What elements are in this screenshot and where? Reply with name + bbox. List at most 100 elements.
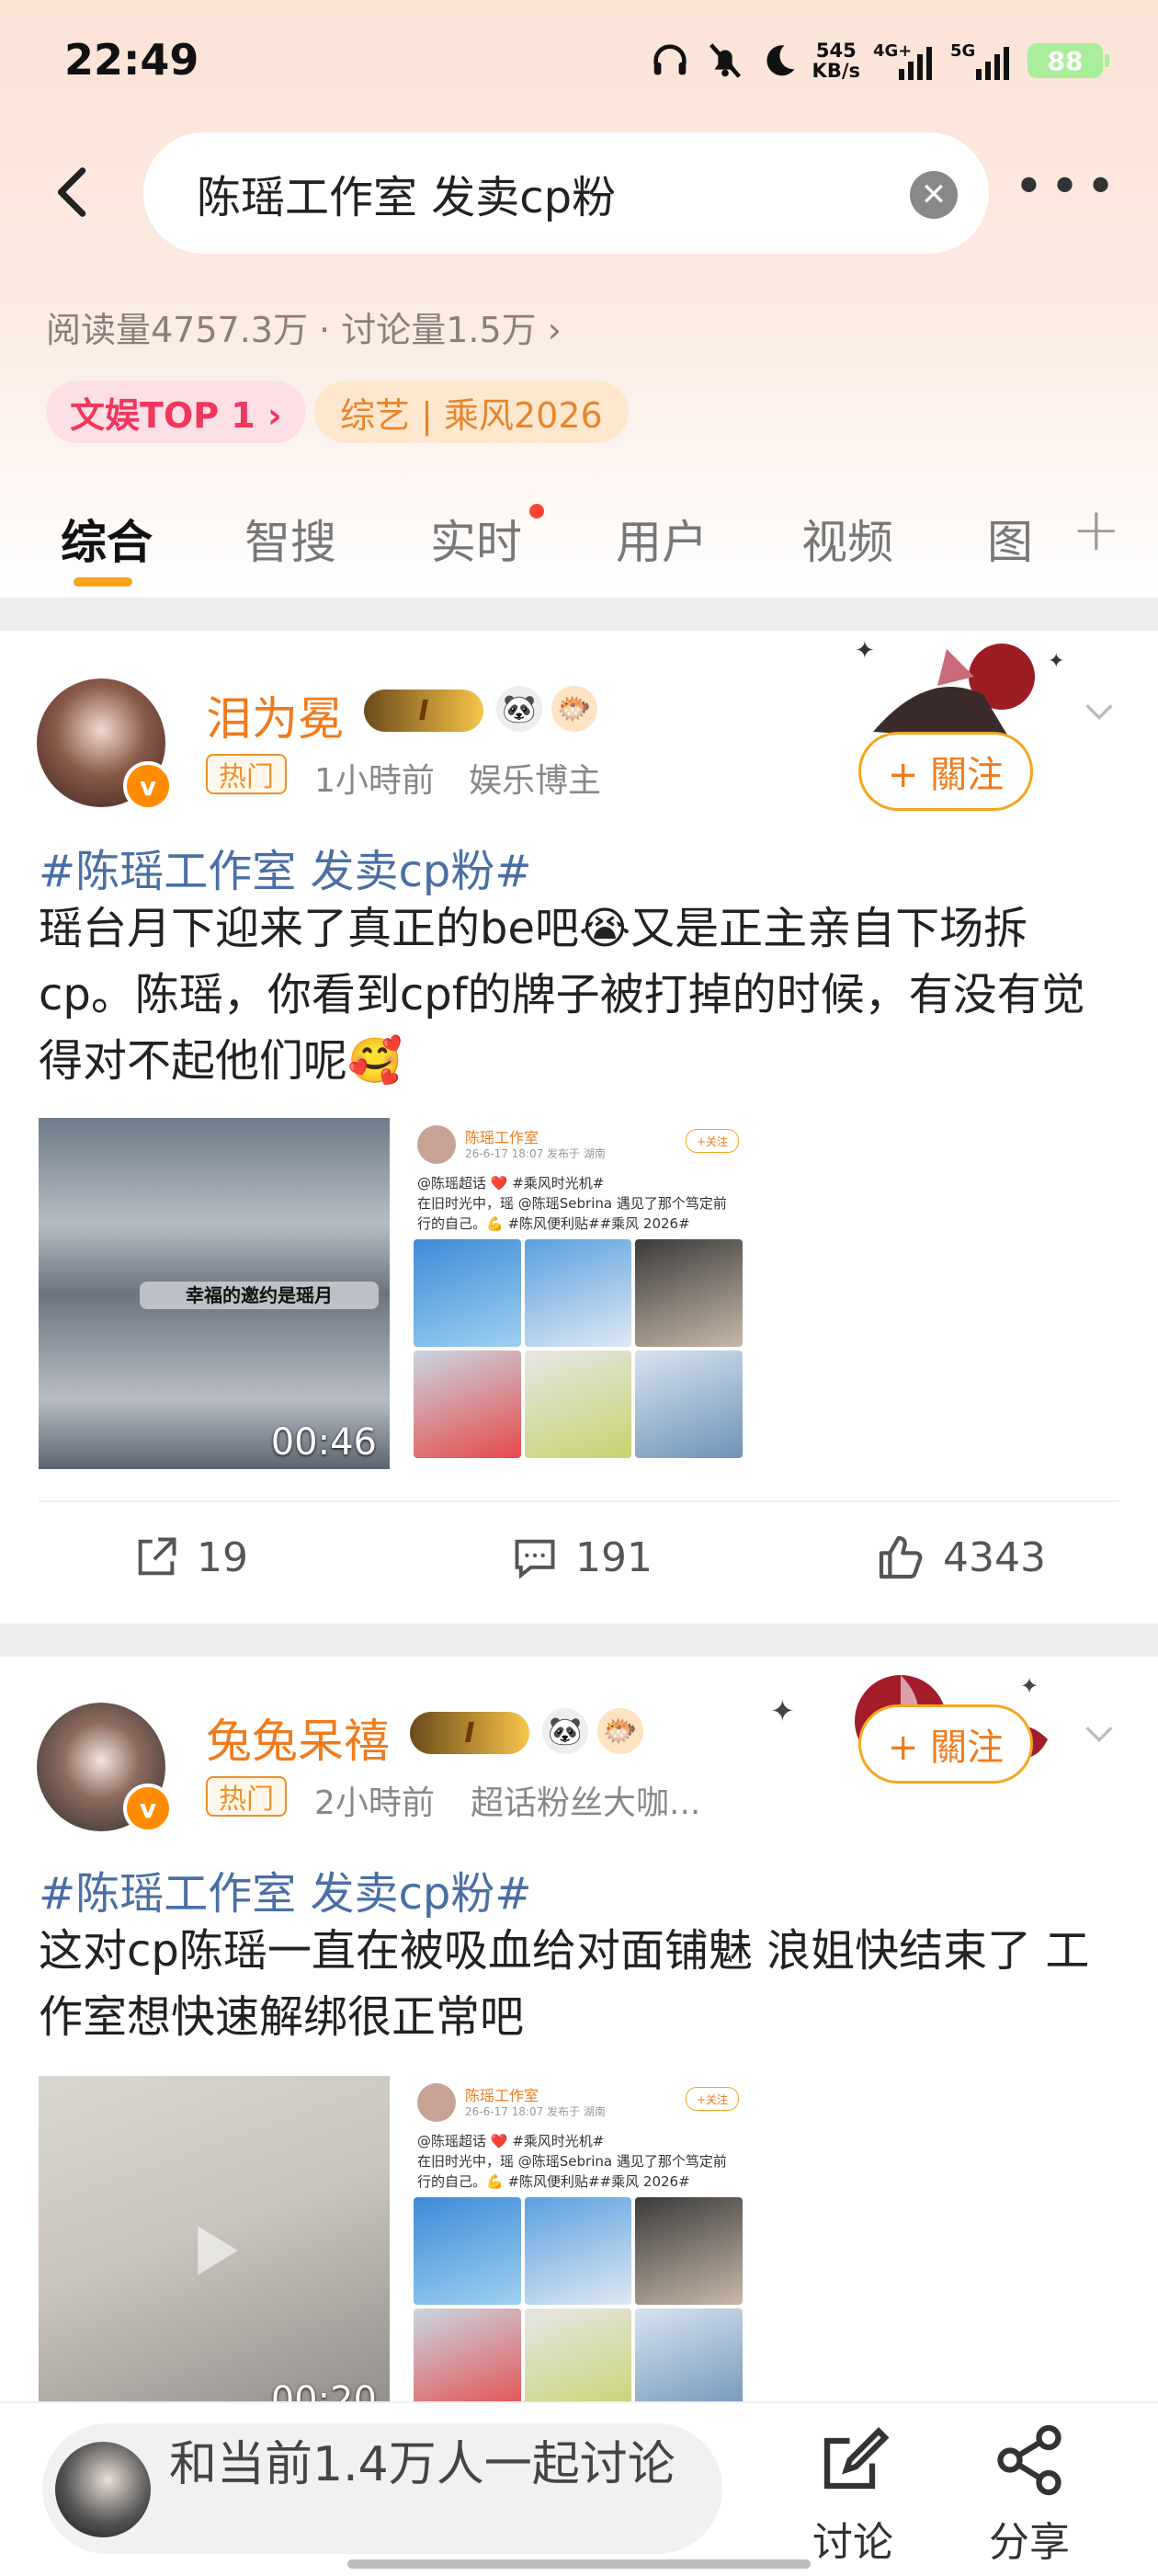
post-time: 2小時前 — [314, 1784, 435, 1822]
tab-realtime[interactable]: 实时 — [430, 506, 522, 572]
grid-photo — [524, 1351, 632, 1458]
repost-image[interactable]: 陈瑶工作室 26-6-17 18:07 发布于 湖南 +关注 @陈瑶超话 ❤️ … — [414, 1118, 743, 1469]
more-icon[interactable]: ••• — [1014, 162, 1121, 213]
svg-text:5G: 5G — [950, 41, 975, 61]
grid-photo — [635, 1239, 743, 1347]
video-duration: 00:46 — [270, 1421, 377, 1464]
comment-icon — [515, 1539, 555, 1579]
repost-image[interactable]: 陈瑶工作室 26-6-17 18:07 发布于 湖南 +关注 @陈瑶超话 ❤️ … — [414, 2076, 743, 2401]
signal-icon: 4G+ — [873, 41, 932, 80]
discussion-text: 和当前1.4万人一起讨论 — [169, 2437, 676, 2492]
like-count: 4343 — [943, 1533, 1046, 1581]
tab-comprehensive[interactable]: 综合 — [61, 506, 153, 572]
video-thumbnail[interactable]: 幸福的邀约是瑶月 00:46 — [39, 1118, 390, 1469]
repost-photo-grid — [414, 2197, 743, 2401]
moon-icon — [766, 45, 795, 76]
username[interactable]: 泪为冕 — [206, 682, 344, 748]
tag-ranking[interactable]: 文娱TOP 1 › — [46, 381, 306, 443]
repost-line: 行的自己。💪 #陈风便利贴##乘风 2026# — [417, 2173, 690, 2190]
share-label: 分享 — [989, 2519, 1070, 2566]
grid-photo — [414, 2197, 521, 2305]
comment-count: 191 — [575, 1533, 653, 1581]
like-button[interactable]: 4343 — [875, 1502, 1046, 1613]
share-button[interactable]: 分享 — [974, 2422, 1084, 2568]
grid-photo — [414, 1351, 521, 1458]
repost-line: @陈瑶超话 ❤️ #乘风时光机# — [417, 2133, 605, 2149]
tab-videos[interactable]: 视频 — [801, 506, 893, 572]
comment-button[interactable]: 191 — [511, 1502, 653, 1613]
panda-icon: 🐼 — [542, 1708, 588, 1754]
search-query: 陈瑶工作室 发卖cp粉 — [197, 172, 617, 223]
username[interactable]: 兔兔呆禧 — [206, 1704, 390, 1771]
add-tab-icon[interactable]: + — [1072, 496, 1121, 564]
discussion-entry[interactable]: 和当前1.4万人一起讨论 — [42, 2423, 722, 2554]
chevron-down-icon[interactable] — [1081, 1715, 1118, 1752]
svg-text:✦: ✦ — [770, 1693, 795, 1728]
grid-photo — [524, 2308, 632, 2401]
svg-text:✦: ✦ — [1020, 1673, 1039, 1699]
crown-icon: I — [364, 690, 483, 732]
bottom-bar: 和当前1.4万人一起讨论 讨论 分享 — [0, 2401, 1158, 2576]
video-thumbnail[interactable]: 00:20 — [39, 2076, 390, 2401]
status-bar: 22:49 545 KB/s 4G+ 5G 88 — [0, 0, 1158, 129]
post-hashtag[interactable]: #陈瑶工作室 发卖cp粉# — [39, 835, 532, 899]
repost-line: 行的自己。💪 #陈风便利贴##乘风 2026# — [417, 1215, 690, 1232]
repost-button[interactable]: 19 — [132, 1502, 248, 1613]
post-text: 瑶台月下迎来了真正的be吧😭又是正主亲自下场拆cp。陈瑶，你看到cpf的牌子被打… — [39, 903, 1085, 1087]
share-icon — [997, 2424, 1062, 2496]
repost-icon — [138, 1537, 176, 1576]
topic-meta[interactable]: 阅读量4757.3万 · 讨论量1.5万 › — [46, 302, 562, 352]
like-icon — [879, 1535, 923, 1579]
grid-photo — [635, 1351, 743, 1458]
back-arrow-icon[interactable] — [42, 160, 107, 224]
repost-avatar — [417, 1125, 456, 1164]
repost-card: 陈瑶工作室 26-6-17 18:07 发布于 湖南 +关注 @陈瑶超话 ❤️ … — [414, 1118, 743, 1469]
repost-avatar — [417, 2083, 456, 2122]
follow-button[interactable]: + 關注 — [858, 1704, 1033, 1784]
follow-button[interactable]: + 關注 — [858, 732, 1033, 811]
avatar — [55, 2442, 151, 2537]
tab-underline — [74, 577, 132, 587]
mute-icon — [709, 43, 741, 78]
hot-badge: 热门 — [206, 1776, 287, 1817]
post-hashtag[interactable]: #陈瑶工作室 发卖cp粉# — [39, 1857, 532, 1921]
grid-photo — [414, 2308, 521, 2401]
svg-text:✦: ✦ — [855, 637, 875, 665]
verified-badge: v — [123, 761, 173, 811]
chevron-down-icon[interactable] — [1081, 693, 1118, 730]
svg-text:4G+: 4G+ — [873, 41, 912, 61]
play-icon — [198, 2226, 238, 2275]
post-card[interactable]: v 兔兔呆禧 I 🐼 🐡 热门 2小時前 超话粉丝大咖... ✦ ✦ + 關注 #… — [0, 1657, 1158, 2401]
section-divider — [0, 598, 1158, 631]
tab-bar: 综合 智搜 实时 用户 视频 图 + — [0, 496, 1158, 596]
grid-photo — [635, 2197, 743, 2305]
repost-line: 在旧时光中，瑶 @陈瑶Sebrina 遇见了那个笃定前 — [417, 1195, 727, 1212]
grid-photo — [524, 2197, 632, 2305]
crown-icon: I — [410, 1712, 529, 1754]
notification-dot — [529, 504, 544, 519]
discuss-label: 讨论 — [812, 2519, 893, 2566]
post-time: 1小時前 — [314, 762, 435, 800]
section-divider — [0, 1624, 1158, 1657]
repost-name: 陈瑶工作室 — [465, 1129, 539, 1146]
pufferfish-icon: 🐡 — [551, 686, 597, 732]
tab-smart-search[interactable]: 智搜 — [244, 506, 336, 572]
tab-images[interactable]: 图 — [987, 506, 1033, 572]
hot-badge: 热门 — [206, 754, 287, 794]
tag-category[interactable]: 综艺 | 乘风2026 — [314, 381, 629, 443]
repost-date: 26-6-17 18:07 发布于 湖南 — [465, 1147, 606, 1160]
discuss-button[interactable]: 讨论 — [798, 2422, 908, 2568]
tab-users[interactable]: 用户 — [616, 506, 708, 572]
video-duration: 00:20 — [270, 2379, 377, 2401]
clear-icon[interactable]: ✕ — [910, 171, 958, 219]
grid-photo — [635, 2308, 743, 2401]
verified-badge: v — [123, 1784, 173, 1833]
status-icons: 545 KB/s 4G+ 5G 88 — [649, 33, 1109, 88]
user-type: 娱乐博主 — [469, 762, 602, 800]
search-input[interactable]: 陈瑶工作室 发卖cp粉 ✕ — [143, 132, 989, 254]
signal-icon: 5G — [950, 41, 1009, 80]
action-bar: 19 191 4343 — [0, 1502, 1158, 1613]
post-card[interactable]: v 泪为冕 I 🐼 🐡 热门 1小時前 娱乐博主 ✦ ✦ + 關注 #陈瑶工作室 … — [0, 631, 1158, 1624]
video-caption: 幸福的邀约是瑶月 — [140, 1282, 379, 1309]
net-speed: 545 KB/s — [812, 40, 860, 82]
